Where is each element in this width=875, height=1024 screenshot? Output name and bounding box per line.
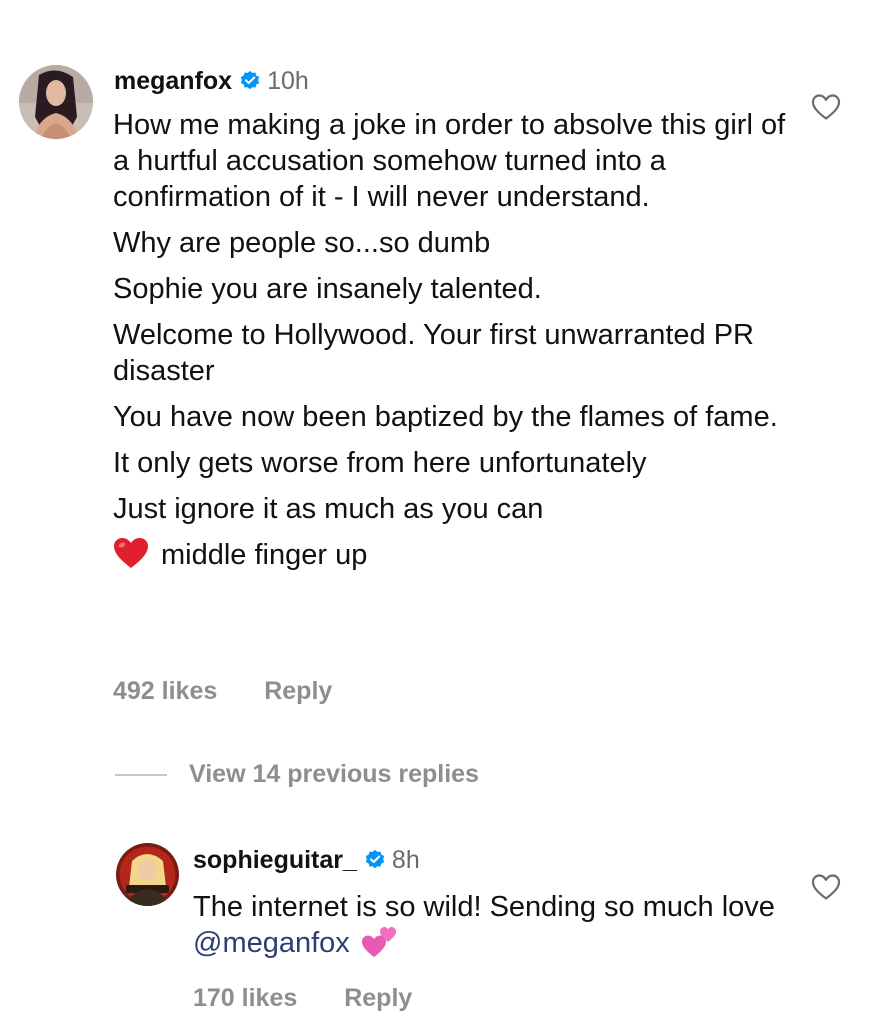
- comment-paragraph: Sophie you are insanely talented.: [113, 273, 542, 305]
- comment-last-line: middle finger up: [113, 537, 793, 578]
- two-hearts-emoji-icon: [361, 926, 398, 967]
- avatar-meganfox[interactable]: [19, 65, 93, 139]
- comment-username[interactable]: meganfox: [114, 67, 232, 96]
- reply-text: The internet is so wild! Sending so much…: [193, 891, 775, 923]
- heart-outline-icon[interactable]: [811, 873, 841, 901]
- red-heart-emoji-icon: [113, 537, 149, 578]
- comment-last-line-text: middle finger up: [161, 539, 368, 571]
- verified-badge-icon: [239, 70, 261, 92]
- comment-likes-count[interactable]: 492 likes: [113, 677, 217, 705]
- reply-likes-count[interactable]: 170 likes: [193, 984, 297, 1012]
- reply-body: The internet is so wild! Sending so much…: [193, 889, 793, 967]
- reply-timestamp: 8h: [391, 845, 420, 874]
- comment-timestamp: 10h: [267, 66, 309, 95]
- comment-paragraph: You have now been baptized by the flames…: [113, 401, 778, 433]
- heart-outline-icon[interactable]: [811, 93, 841, 121]
- comment-paragraph: Just ignore it as much as you can: [113, 493, 544, 525]
- view-previous-replies-label: View 14 previous replies: [189, 760, 479, 788]
- comment-header: meganfox 10h: [114, 64, 309, 98]
- replies-divider-line: [115, 773, 167, 776]
- reply-reply-button[interactable]: Reply: [344, 984, 412, 1012]
- comment-paragraph: It only gets worse from here unfortunate…: [113, 447, 647, 479]
- comment-paragraph: Why are people so...so dumb: [113, 227, 491, 259]
- comment-paragraph: Welcome to Hollywood. Your first unwarra…: [113, 319, 754, 387]
- view-previous-replies-button[interactable]: View 14 previous replies: [115, 760, 479, 789]
- verified-badge-icon: [364, 849, 386, 871]
- reply-mention-link[interactable]: @meganfox: [193, 927, 350, 959]
- avatar-sophieguitar[interactable]: [116, 843, 179, 906]
- comment-meta: 492 likes Reply: [113, 677, 332, 706]
- comment-reply-button[interactable]: Reply: [264, 677, 332, 705]
- reply-meta: 170 likes Reply: [193, 984, 412, 1013]
- comment-paragraph: How me making a joke in order to absolve…: [113, 109, 786, 213]
- comment-body: How me making a joke in order to absolve…: [113, 107, 793, 588]
- reply-header: sophieguitar_ 8h: [193, 843, 420, 877]
- reply-username[interactable]: sophieguitar_: [193, 846, 357, 875]
